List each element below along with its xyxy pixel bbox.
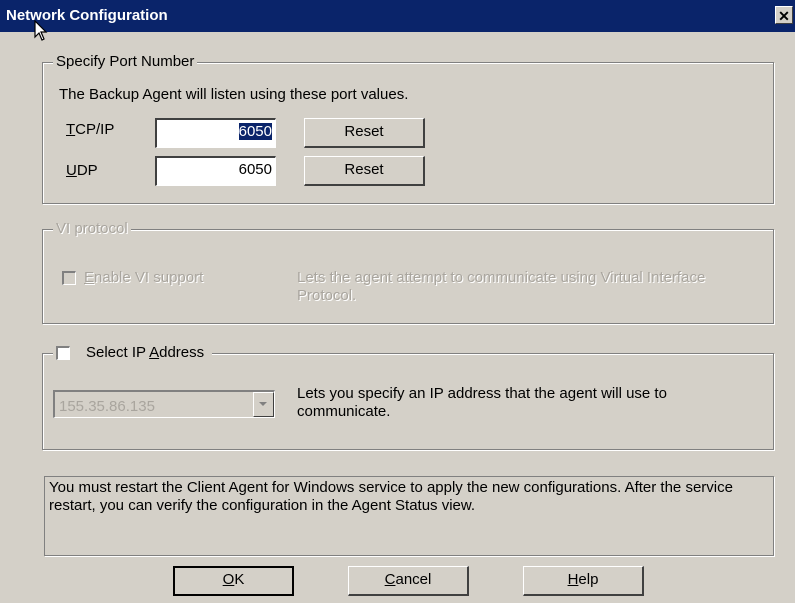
port-group-legend: Specify Port Number [53,53,198,70]
window-title: Network Configuration [6,7,168,24]
mouse-pointer-icon [34,20,48,41]
ip-group-header: Select IP Address [53,343,213,363]
udp-port-value: 6050 [238,161,272,178]
tcp-reset-button[interactable]: Reset [304,118,425,148]
tcp-label: TCP/IP [66,121,115,138]
cancel-button[interactable]: Cancel [348,566,469,596]
enable-vi-checkbox[interactable] [62,271,76,285]
ip-description: Lets you specify an IP address that the … [297,385,667,420]
udp-label: UDP [66,162,98,179]
chevron-down-icon [259,402,267,406]
tcp-port-input[interactable]: 6050 [155,118,276,148]
close-button[interactable]: ✕ [775,6,793,24]
ip-dropdown-button[interactable] [253,392,274,417]
title-bar: Network Configuration ✕ [0,0,795,32]
select-ip-label: Select IP Address [86,344,205,361]
ip-address-value: 155.35.86.135 [59,398,155,415]
close-icon: ✕ [778,8,790,24]
ip-address-combobox[interactable]: 155.35.86.135 [53,390,275,418]
help-button[interactable]: Help [523,566,644,596]
enable-vi-label: Enable VI support [84,269,204,286]
restart-notice: You must restart the Client Agent for Wi… [44,476,774,556]
port-description: The Backup Agent will listen using these… [59,86,409,103]
vi-description: Lets the agent attempt to communicate us… [297,269,706,304]
udp-reset-button[interactable]: Reset [304,156,425,186]
vi-group-legend: VI protocol [53,220,131,237]
select-ip-checkbox[interactable] [56,346,70,360]
udp-port-input[interactable]: 6050 [155,156,276,186]
ok-button[interactable]: OK [173,566,294,596]
tcp-port-value: 6050 [238,123,272,140]
